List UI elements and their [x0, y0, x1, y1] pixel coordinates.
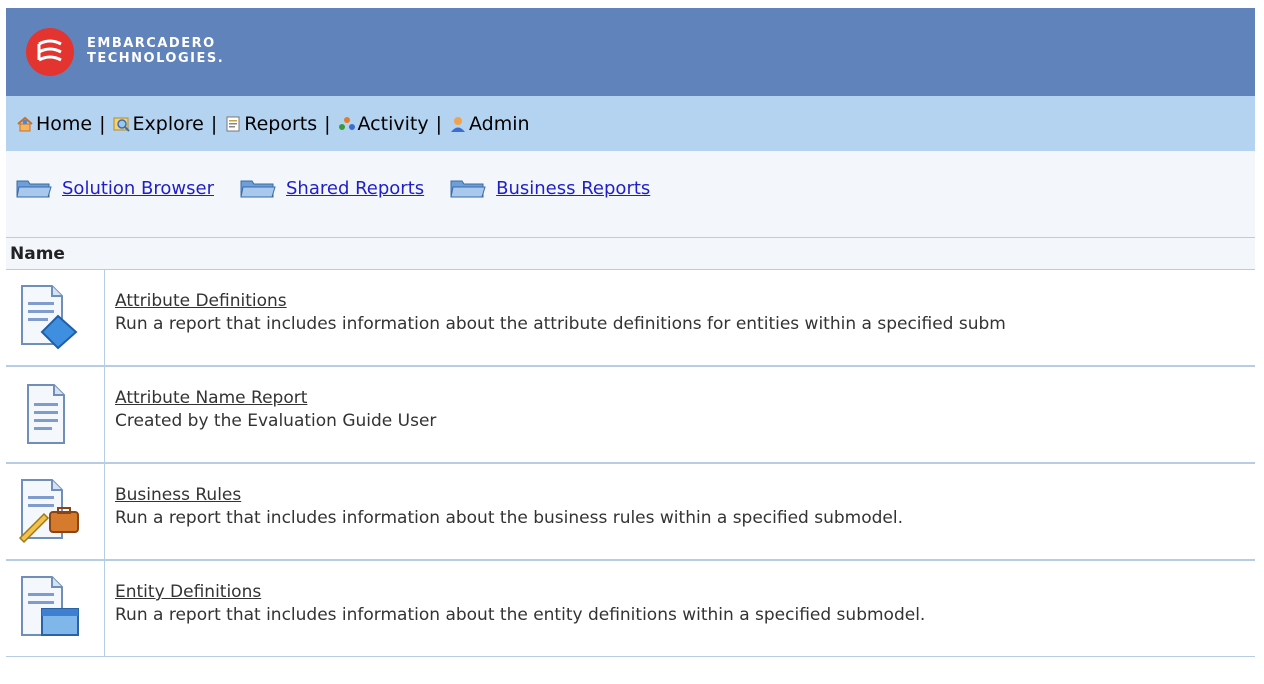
- table-row[interactable]: Attribute Name Report Created by the Eva…: [6, 367, 1255, 464]
- embarcadero-logo[interactable]: [26, 28, 74, 76]
- report-description: Run a report that includes information a…: [115, 314, 1006, 334]
- attribute-report-icon: [21, 285, 78, 350]
- row-text-cell: Business Rules Run a report that include…: [115, 484, 1255, 530]
- nav-admin-label: Admin: [468, 112, 530, 135]
- activity-icon: [338, 116, 355, 130]
- crumb-solution-browser-link[interactable]: Solution Browser: [62, 178, 214, 199]
- row-text-cell: Entity Definitions Run a report that inc…: [115, 581, 1255, 627]
- main-nav: Home | Explore | Reports | Activity | Ad…: [6, 96, 1255, 151]
- nav-separator: |: [324, 112, 331, 135]
- report-description: Created by the Evaluation Guide User: [115, 411, 437, 431]
- nav-separator: |: [435, 112, 442, 135]
- page: EMBARCADERO TECHNOLOGIES. Home | Explore…: [0, 0, 1264, 684]
- folder-icon: [240, 180, 276, 198]
- nav-reports[interactable]: Reports: [224, 113, 317, 135]
- report-title-link[interactable]: Entity Definitions: [115, 581, 1255, 603]
- nav-home-label: Home: [36, 112, 93, 135]
- report-description: Run a report that includes information a…: [115, 605, 926, 625]
- row-text-cell: Attribute Name Report Created by the Eva…: [115, 387, 1255, 433]
- app-header: EMBARCADERO TECHNOLOGIES.: [6, 8, 1255, 96]
- brand-line1: EMBARCADERO: [87, 36, 216, 51]
- breadcrumb: Solution Browser Shared Reports Business…: [16, 177, 676, 199]
- crumb-business-reports[interactable]: Business Reports: [450, 177, 650, 199]
- nav-reports-label: Reports: [244, 112, 318, 135]
- nav-admin[interactable]: Admin: [449, 113, 530, 135]
- crumb-business-reports-link[interactable]: Business Reports: [496, 178, 650, 199]
- nav-separator: |: [99, 112, 106, 135]
- row-icon-cell: [6, 367, 105, 462]
- explore-icon: [113, 117, 130, 132]
- column-header-name[interactable]: Name: [6, 238, 1255, 270]
- nav-separator: |: [210, 112, 218, 135]
- folder-icon: [450, 180, 486, 198]
- report-title-link[interactable]: Attribute Definitions: [115, 290, 1255, 312]
- nav-activity-label: Activity: [357, 112, 429, 135]
- nav-explore-label: Explore: [132, 112, 204, 135]
- entity-report-icon: [21, 576, 79, 636]
- business-report-icon: [18, 479, 79, 544]
- row-text-cell: Attribute Definitions Run a report that …: [115, 290, 1255, 336]
- nav-activity[interactable]: Activity: [338, 113, 429, 135]
- home-icon: [17, 116, 33, 131]
- crumb-solution-browser[interactable]: Solution Browser: [16, 177, 214, 199]
- nav-home[interactable]: Home: [16, 113, 92, 135]
- folder-icon: [16, 180, 52, 198]
- reports-icon: [226, 116, 240, 131]
- row-icon-cell: [6, 561, 105, 656]
- crumb-shared-reports[interactable]: Shared Reports: [240, 177, 424, 199]
- crumb-shared-reports-link[interactable]: Shared Reports: [286, 178, 424, 199]
- page-footer: [6, 657, 1255, 684]
- report-title-link[interactable]: Business Rules: [115, 484, 1255, 506]
- reports-table: Name Attribute Definitions Run a report …: [6, 237, 1255, 658]
- report-title-link[interactable]: Attribute Name Report: [115, 387, 1255, 409]
- brand-line2: TECHNOLOGIES.: [87, 51, 225, 66]
- folder-bar: Solution Browser Shared Reports Business…: [6, 151, 1255, 237]
- table-row[interactable]: Attribute Definitions Run a report that …: [6, 270, 1255, 367]
- brand-text: EMBARCADERO TECHNOLOGIES.: [87, 36, 224, 66]
- report-description: Run a report that includes information a…: [115, 508, 903, 528]
- admin-icon: [450, 116, 465, 132]
- logo-mark-icon: [37, 39, 62, 62]
- table-row[interactable]: Business Rules Run a report that include…: [6, 464, 1255, 561]
- document-icon: [27, 384, 65, 444]
- nav-explore[interactable]: Explore: [113, 113, 204, 135]
- table-row[interactable]: Entity Definitions Run a report that inc…: [6, 561, 1255, 658]
- row-icon-cell: [6, 464, 105, 559]
- row-icon-cell: [6, 270, 105, 365]
